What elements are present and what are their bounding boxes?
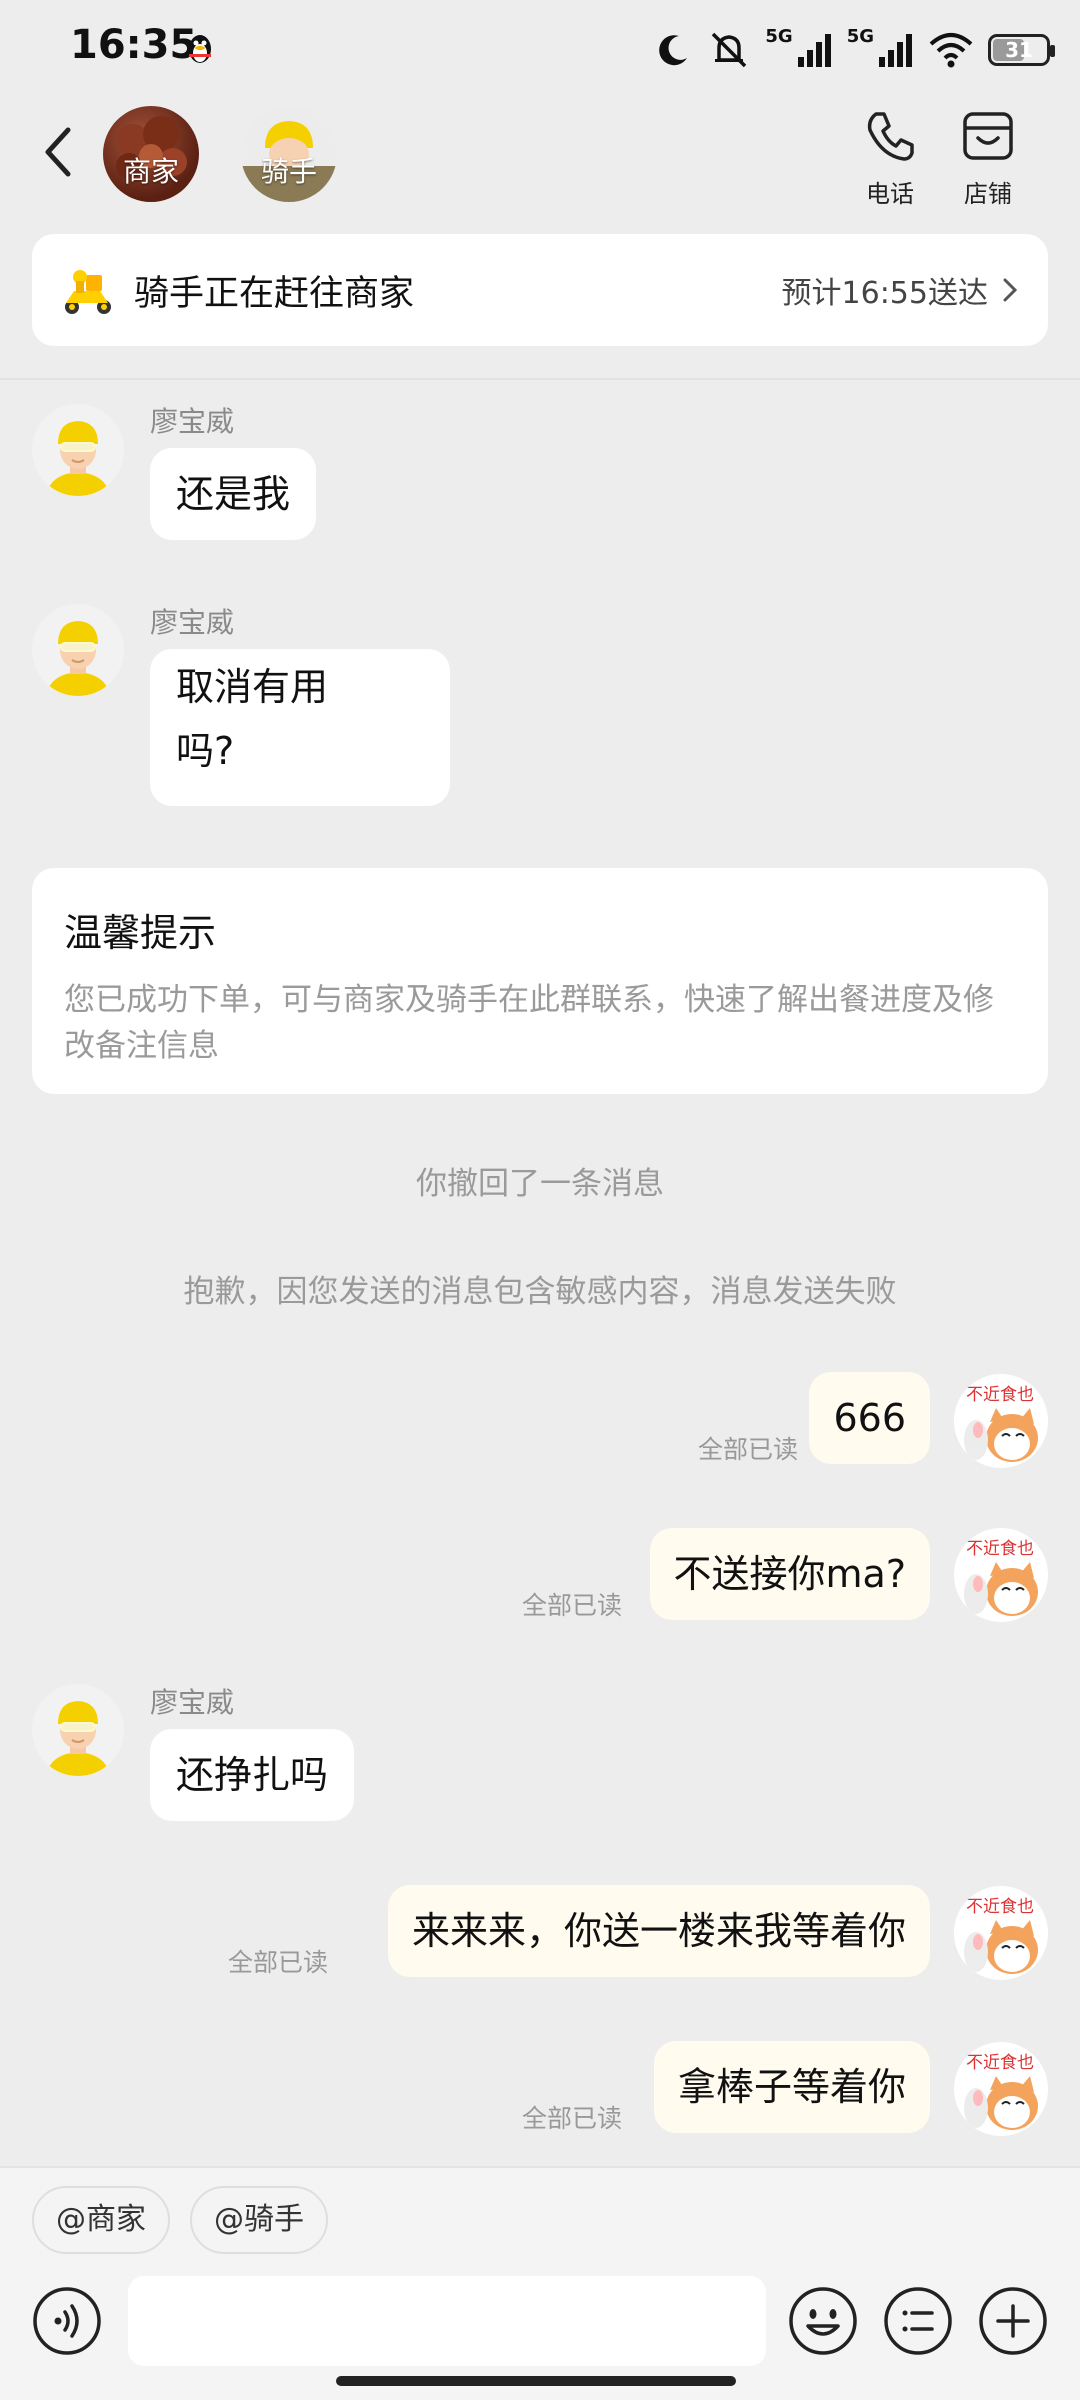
rider-avatar[interactable]: [32, 604, 124, 696]
merchant-avatar-label: 商家: [122, 155, 179, 188]
rider-avatar[interactable]: [32, 404, 124, 496]
chevron-right-icon: [1003, 278, 1018, 302]
status-indicators: 5G 5G 31: [653, 22, 1055, 78]
send-failed-notice: 抱歉，因您发送的消息包含敏感内容，消息发送失败: [183, 1274, 897, 1310]
phone-icon: [867, 112, 914, 161]
signal-icon: [797, 34, 831, 67]
my-message-bubble[interactable]: 拿棒子等着你: [653, 2041, 930, 2133]
store-label: 店铺: [964, 180, 1012, 208]
my-message-bubble[interactable]: 666: [809, 1372, 930, 1464]
mute-bell-icon: [712, 32, 747, 68]
delivery-status-card[interactable]: 骑手正在赶往商家 预计16:55送达: [32, 234, 1048, 346]
signal-icon: [879, 34, 912, 67]
recall-notice: 你撤回了一条消息: [416, 1166, 664, 1202]
tip-title: 温馨提示: [64, 911, 217, 955]
message-line: 取消有用: [176, 665, 329, 709]
wifi-icon: [929, 33, 973, 68]
rider-avatar-label: 骑手: [260, 155, 317, 188]
sender-name: 廖宝威: [150, 405, 235, 438]
sender-name: 廖宝威: [150, 606, 235, 639]
delivery-status-text: 骑手正在赶往商家: [134, 273, 415, 314]
header-divider: [0, 378, 1080, 380]
read-status: 全部已读: [697, 1435, 798, 1464]
read-status: 全部已读: [521, 2104, 622, 2133]
tip-body: 您已成功下单，可与商家及骑手在此群联系，快速了解出餐进度及修改备注信息: [64, 982, 994, 1064]
emoji-button[interactable]: [788, 2286, 858, 2356]
store-icon: [963, 112, 1013, 160]
moon-icon: [659, 35, 688, 66]
home-indicator[interactable]: [336, 2376, 736, 2386]
rider-avatar[interactable]: 骑手: [241, 106, 337, 202]
my-avatar[interactable]: [954, 1374, 1048, 1468]
status-time: 16:35: [70, 22, 198, 68]
store-button[interactable]: 店铺: [938, 108, 1038, 209]
my-avatar[interactable]: [954, 2042, 1048, 2136]
message-line: 吗?: [176, 729, 235, 773]
qq-penguin-icon: [189, 35, 211, 63]
tip-card: 温馨提示 您已成功下单，可与商家及骑手在此群联系，快速了解出餐进度及修改备注信息: [32, 868, 1048, 1094]
battery-indicator: 31: [988, 34, 1055, 66]
mention-rider-chip[interactable]: @骑手: [190, 2186, 328, 2254]
network-label-2: 5G: [846, 25, 874, 47]
voice-input-button[interactable]: [32, 2286, 102, 2356]
merchant-avatar[interactable]: 商家: [103, 106, 199, 202]
battery-level: 31: [1005, 38, 1033, 62]
message-bubble[interactable]: 取消有用 吗?: [150, 649, 450, 806]
back-button[interactable]: [38, 122, 78, 182]
delivery-eta: 预计16:55送达: [781, 276, 988, 311]
delivery-scooter-icon: [65, 270, 111, 314]
message-bubble[interactable]: 还是我: [150, 448, 317, 540]
sender-name: 廖宝威: [150, 1686, 235, 1719]
network-label-1: 5G: [765, 25, 793, 47]
my-avatar[interactable]: [954, 1528, 1048, 1622]
my-avatar[interactable]: [954, 1886, 1048, 1980]
my-message-bubble[interactable]: 来来来，你送一楼来我等着你: [387, 1885, 930, 1977]
add-more-button[interactable]: [978, 2286, 1048, 2356]
message-bubble[interactable]: 还挣扎吗: [150, 1729, 355, 1821]
rider-avatar[interactable]: [32, 1684, 124, 1776]
mention-merchant-chip[interactable]: @商家: [32, 2186, 170, 2254]
phone-label: 电话: [866, 180, 914, 208]
read-status: 全部已读: [521, 1591, 622, 1620]
quick-reply-button[interactable]: [883, 2286, 953, 2356]
message-input[interactable]: [128, 2276, 766, 2366]
read-status: 全部已读: [227, 1948, 328, 1977]
phone-button[interactable]: 电话: [840, 108, 940, 209]
my-message-bubble[interactable]: 不送接你ma?: [649, 1528, 930, 1620]
